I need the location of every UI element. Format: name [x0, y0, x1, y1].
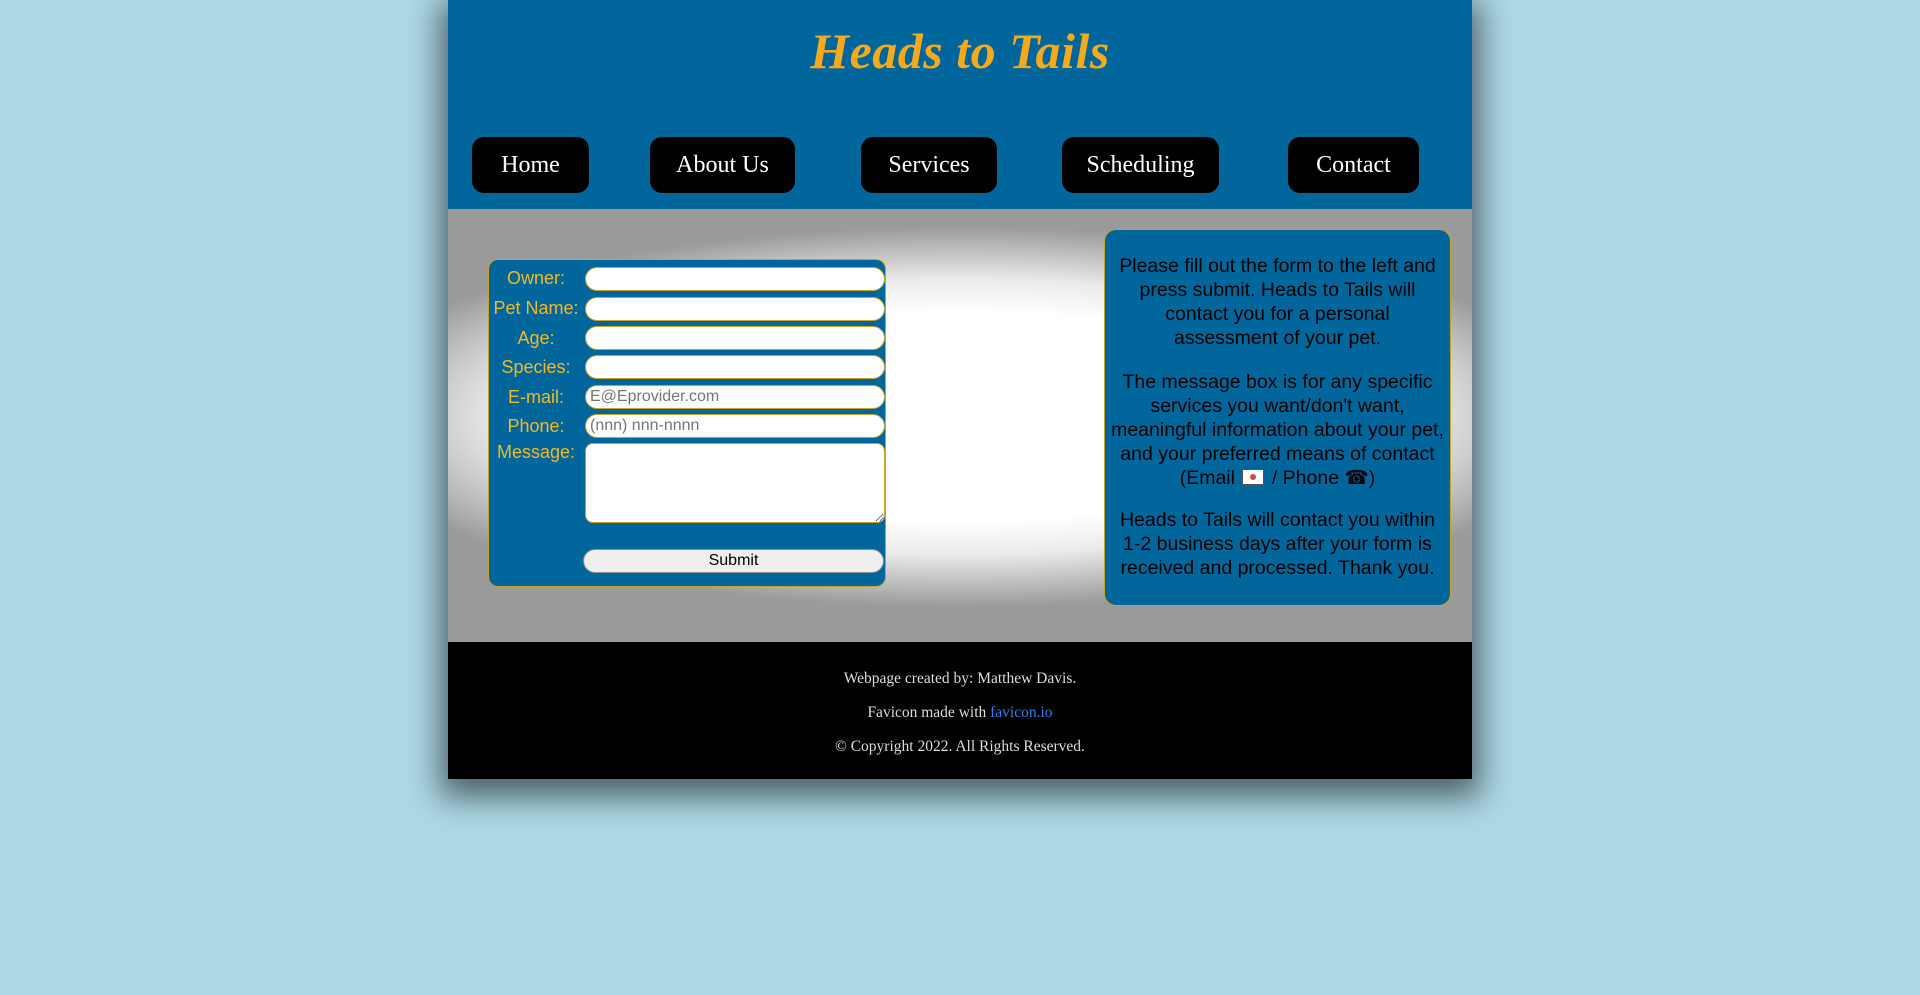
nav-scheduling-button[interactable]: Scheduling [1062, 137, 1219, 193]
email-label: E-mail: [507, 387, 564, 407]
owner-input[interactable] [585, 267, 885, 291]
info-paragraph-contact-time: Heads to Tails will contact you within 1… [1119, 509, 1436, 579]
submit-button[interactable]: Submit [583, 549, 884, 573]
main-content: Owner: Pet Name: Age: Species: E-mail: P… [448, 209, 1472, 642]
message-textarea[interactable] [585, 443, 885, 523]
owner-label: Owner: [506, 268, 566, 288]
footer-copyright: © Copyright 2022. All Rights Reserved. [835, 738, 1085, 755]
site-footer: Webpage created by: Matthew Davis. Favic… [448, 642, 1472, 779]
species-input[interactable] [585, 355, 885, 379]
age-label: Age: [517, 328, 555, 348]
nav-services-button[interactable]: Services [861, 137, 997, 193]
page-container: Heads to Tails Home About Us Services Sc… [448, 0, 1472, 779]
species-label: Species: [501, 357, 571, 377]
nav-about-us-button[interactable]: About Us [650, 137, 795, 193]
phone-label: Phone: [507, 416, 565, 436]
footer-favicon-prefix: Favicon made with [867, 704, 987, 721]
message-label: Message: [496, 442, 576, 462]
phone-input[interactable] [585, 414, 885, 438]
pet-assessment-form: Owner: Pet Name: Age: Species: E-mail: P… [488, 259, 886, 587]
footer-favicon-credit: Favicon made with favicon.io [448, 704, 1472, 722]
site-header: Heads to Tails Home About Us Services Sc… [448, 0, 1472, 209]
site-title: Heads to Tails [810, 23, 1110, 79]
info-paragraph-instructions: Please fill out the form to the left and… [1119, 255, 1436, 349]
email-input[interactable] [585, 385, 885, 409]
nav-contact-button[interactable]: Contact [1288, 137, 1419, 193]
info-panel: Please fill out the form to the left and… [1104, 229, 1451, 606]
info-phone-text: / Phone ☎) [1271, 467, 1376, 489]
info-paragraph-message-box: The message box is for any specific serv… [1111, 370, 1444, 490]
age-input[interactable] [585, 326, 885, 350]
favicon-link[interactable]: favicon.io [990, 704, 1052, 721]
footer-created-by: Webpage created by: Matthew Davis. [843, 670, 1077, 687]
pet-name-label: Pet Name: [493, 298, 579, 318]
nav-home-button[interactable]: Home [472, 137, 589, 193]
pet-name-input[interactable] [585, 297, 885, 321]
envelope-icon [1242, 469, 1265, 485]
